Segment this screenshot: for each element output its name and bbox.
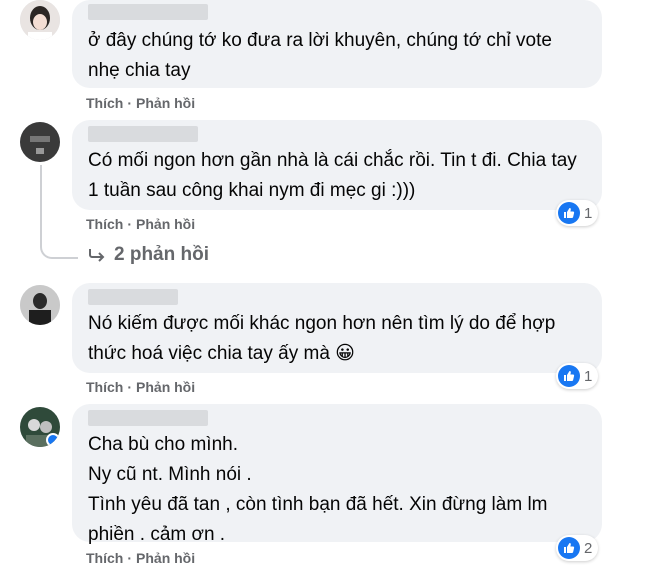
like-icon [558, 537, 580, 559]
reaction-count: 2 [584, 539, 593, 557]
avatar[interactable] [20, 122, 60, 162]
like-link[interactable]: Thích [86, 550, 123, 566]
view-replies-label: 2 phản hồi [114, 244, 209, 265]
avatar[interactable] [20, 285, 60, 325]
reply-link[interactable]: Phản hồi [136, 550, 195, 566]
avatar[interactable] [20, 0, 60, 40]
like-link[interactable]: Thích [86, 95, 123, 111]
author-name-redacted[interactable] [88, 126, 198, 142]
author-name-redacted[interactable] [88, 410, 208, 426]
reply-link[interactable]: Phản hồi [136, 379, 195, 395]
avatar[interactable] [20, 407, 60, 447]
reply-link[interactable]: Phản hồi [136, 95, 195, 111]
like-link[interactable]: Thích [86, 216, 123, 232]
thread-connector [40, 165, 78, 259]
comment-line: Cha bù cho mình. [88, 434, 238, 455]
comment-actions: Thích · Phản hồi [86, 379, 196, 395]
comment-line: Ny cũ nt. Mình nói . [88, 464, 252, 485]
author-name-redacted[interactable] [88, 4, 208, 20]
reaction-count: 1 [584, 367, 593, 385]
like-icon [558, 365, 580, 387]
comment-bubble: Nó kiếm được mối khác ngon hơn nên tìm l… [72, 283, 602, 373]
comment-bubble: ở đây chúng tớ ko đưa ra lời khuyên, chú… [72, 0, 602, 88]
reaction-count: 1 [584, 204, 593, 222]
like-link[interactable]: Thích [86, 379, 123, 395]
reply-link[interactable]: Phản hồi [136, 216, 195, 232]
author-name-redacted[interactable] [88, 289, 178, 305]
reaction-summary[interactable]: 1 [556, 363, 599, 389]
comment-actions: Thích · Phản hồi [86, 95, 196, 111]
reply-arrow-icon [89, 249, 105, 262]
view-replies-link[interactable]: 2 phản hồi [88, 244, 209, 266]
comment-bubble: Có mối ngon hơn gần nhà là cái chắc rồi.… [72, 120, 602, 210]
online-status-icon [46, 433, 60, 447]
comment-actions: Thích · Phản hồi [86, 216, 196, 232]
comment-bubble: Cha bù cho mình. Ny cũ nt. Mình nói . Tì… [72, 404, 602, 545]
comment-line: Tình yêu đã tan , còn tình bạn đã hết. X… [88, 494, 548, 545]
reaction-summary[interactable]: 2 [556, 535, 599, 561]
comment-actions: Thích · Phản hồi [86, 550, 196, 566]
reaction-summary[interactable]: 1 [556, 200, 599, 226]
like-icon [558, 202, 580, 224]
